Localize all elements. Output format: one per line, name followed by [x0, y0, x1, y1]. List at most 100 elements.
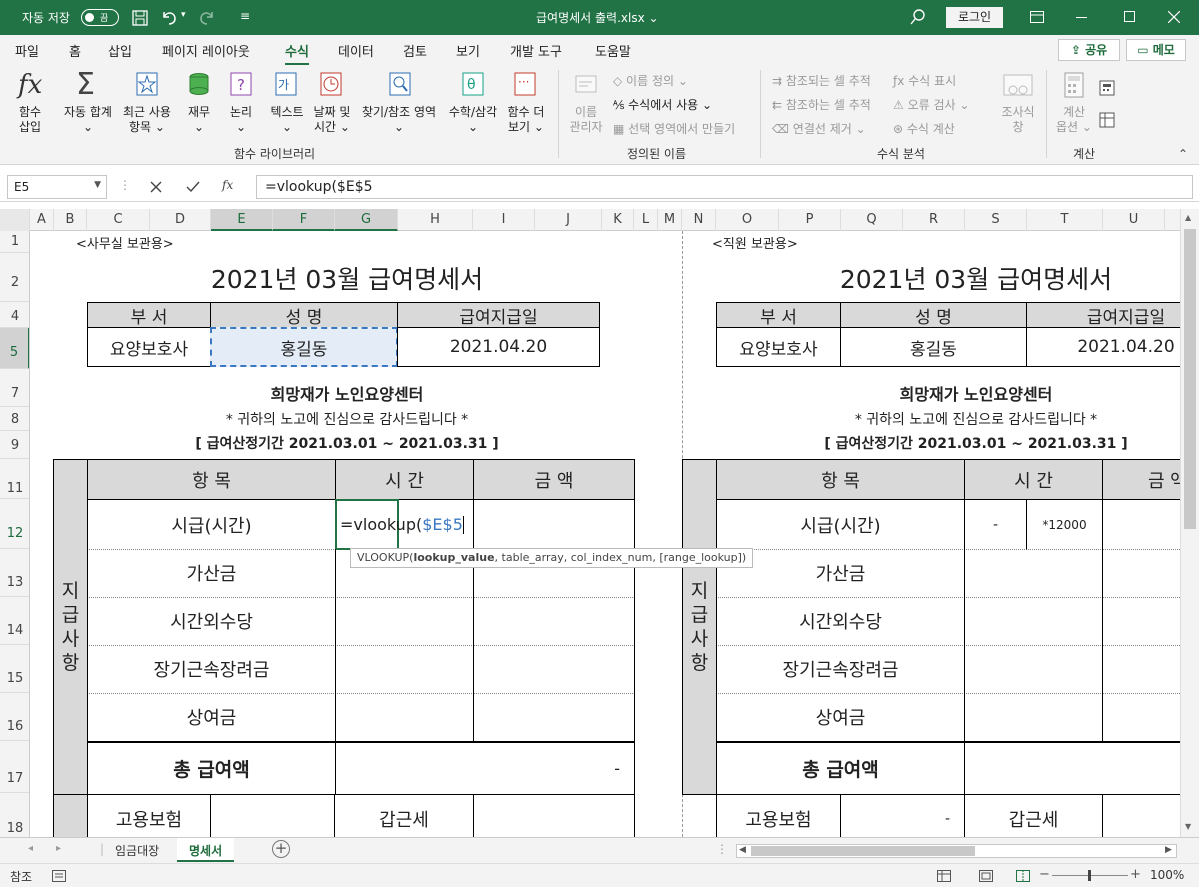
item-row[interactable]: 시급(시간)	[87, 499, 336, 550]
page-break-view-icon[interactable]	[1016, 870, 1030, 882]
watch-window-button[interactable]: 조사식 창	[996, 105, 1040, 135]
dept-value[interactable]: 요양보호사	[87, 327, 211, 367]
page-layout-view-icon[interactable]	[979, 870, 993, 882]
amount-cell[interactable]	[473, 693, 635, 742]
autosum-button[interactable]: 자동 합계 ⌄	[60, 105, 116, 135]
total-value[interactable]	[964, 741, 1180, 795]
zoom-slider-thumb[interactable]	[1088, 870, 1091, 881]
column-header[interactable]: L	[634, 209, 658, 231]
time-cell[interactable]	[335, 597, 474, 646]
undo-icon[interactable]	[160, 9, 178, 25]
time-cell[interactable]	[335, 645, 474, 694]
redo-icon[interactable]	[198, 9, 216, 25]
lookup-button[interactable]: 찾기/참조 영역 ⌄	[357, 105, 441, 135]
insert-function-button[interactable]: 함수 삽입	[10, 105, 50, 135]
tab-split-grip-icon[interactable]: ⋮	[716, 842, 728, 856]
tab-developer[interactable]: 개발 도구	[510, 41, 562, 60]
show-formulas-button[interactable]: ƒx 수식 표시	[893, 72, 956, 89]
comments-button[interactable]: ▭ 메모	[1126, 39, 1186, 61]
column-header[interactable]: J	[535, 209, 602, 231]
item-row[interactable]: 시간외수당	[716, 597, 965, 646]
evaluate-formula-button[interactable]: ⊛ 수식 계산	[893, 120, 955, 137]
tab-page-layout[interactable]: 페이지 레이아웃	[162, 41, 250, 60]
column-header[interactable]: P	[779, 209, 841, 231]
sheet-tab[interactable]: 임금대장	[103, 838, 171, 862]
select-all-corner[interactable]	[0, 209, 30, 231]
row-header[interactable]: 15	[0, 645, 29, 693]
scroll-up-icon[interactable]: ▲	[1185, 213, 1191, 222]
editing-cell[interactable]: =vlookup($E$5	[335, 499, 464, 550]
amount-cell[interactable]	[473, 597, 635, 646]
item-row[interactable]: 시간외수당	[87, 597, 336, 646]
collapse-ribbon-icon[interactable]: ⌃	[1178, 147, 1188, 161]
tax-value[interactable]	[473, 794, 635, 837]
tab-help[interactable]: 도움말	[595, 41, 631, 60]
text-button[interactable]: 텍스트 ⌄	[266, 105, 308, 135]
recent-button[interactable]: 최근 사용 항목 ⌄	[118, 105, 176, 135]
zoom-in-icon[interactable]: +	[1130, 867, 1141, 882]
save-icon[interactable]	[132, 10, 148, 26]
minimize-icon[interactable]	[1076, 17, 1087, 18]
insert-function-icon[interactable]: fx	[222, 178, 233, 192]
login-button[interactable]: 로그인	[946, 7, 1003, 28]
row-header[interactable]: 4	[0, 302, 29, 328]
row-header[interactable]: 14	[0, 597, 29, 645]
zoom-level[interactable]: 100%	[1150, 868, 1184, 882]
normal-view-icon[interactable]	[937, 870, 951, 882]
create-from-selection-button[interactable]: ▦ 선택 영역에서 만들기	[613, 120, 735, 137]
calc-now-icon[interactable]	[1099, 80, 1115, 96]
time-cell[interactable]	[964, 597, 1103, 646]
function-argument-tooltip[interactable]: VLOOKUP(lookup_value, table_array, col_i…	[350, 548, 754, 568]
column-header[interactable]: A	[30, 209, 54, 231]
column-header[interactable]: O	[716, 209, 779, 231]
column-header[interactable]: R	[903, 209, 965, 231]
row-header[interactable]: 16	[0, 693, 29, 741]
error-check-button[interactable]: ⚠ 오류 검사 ⌄	[893, 96, 969, 113]
column-header[interactable]: G	[335, 209, 398, 231]
dept-value[interactable]: 요양보호사	[716, 327, 841, 367]
horizontal-scrollbar[interactable]: ◀ ▶	[736, 844, 1177, 858]
datetime-button[interactable]: 날짜 및 시간 ⌄	[310, 105, 354, 135]
trace-dependents-button[interactable]: ⇇ 참조하는 셀 추적	[772, 96, 871, 113]
item-row[interactable]: 가산금	[87, 549, 336, 598]
item-row[interactable]: 상여금	[716, 693, 965, 742]
employee-name-cell[interactable]: 홍길동	[210, 327, 398, 367]
name-box-dropdown-icon[interactable]: ▼	[94, 180, 101, 190]
amount-cell[interactable]	[1102, 499, 1180, 550]
row-header[interactable]: 13	[0, 549, 29, 597]
finance-button[interactable]: 재무 ⌄	[182, 105, 216, 135]
ribbon-display-icon[interactable]	[1030, 11, 1044, 23]
item-row[interactable]: 상여금	[87, 693, 336, 742]
column-header[interactable]: U	[1103, 209, 1165, 231]
remove-arrows-button[interactable]: ⌫ 연결선 제거 ⌄	[772, 120, 866, 137]
amount-cell[interactable]	[473, 499, 635, 550]
column-header[interactable]: M	[658, 209, 682, 231]
search-icon[interactable]	[910, 9, 926, 25]
insurance-value[interactable]	[210, 794, 335, 837]
hours-value[interactable]: -	[964, 499, 1027, 550]
cancel-entry-icon[interactable]	[150, 181, 162, 193]
column-header[interactable]: F	[273, 209, 335, 231]
insurance-value[interactable]: -	[840, 794, 965, 837]
name-box[interactable]: E5 ▼	[7, 175, 107, 199]
scroll-left-icon[interactable]: ◀	[739, 845, 746, 855]
column-header[interactable]: H	[398, 209, 473, 231]
item-row[interactable]: 장기근속장려금	[716, 645, 965, 694]
row-header[interactable]: 5	[0, 328, 29, 369]
formula-input[interactable]: =vlookup($E$5	[256, 175, 1193, 199]
column-header[interactable]: C	[87, 209, 150, 231]
h-scroll-thumb[interactable]	[751, 846, 975, 856]
column-header[interactable]: T	[1027, 209, 1103, 231]
calc-options-button[interactable]: 계산 옵션 ⌄	[1054, 105, 1094, 135]
time-cell[interactable]	[964, 645, 1103, 694]
row-header[interactable]: 9	[0, 431, 29, 459]
row-header[interactable]: 2	[0, 253, 29, 302]
row-header[interactable]: 8	[0, 407, 29, 431]
amount-cell[interactable]	[1102, 597, 1180, 646]
row-header[interactable]: 7	[0, 369, 29, 407]
amount-cell[interactable]	[473, 645, 635, 694]
column-header[interactable]: S	[965, 209, 1027, 231]
hourly-rate[interactable]: *12000	[1026, 499, 1103, 550]
zoom-out-icon[interactable]: −	[1039, 867, 1050, 882]
row-header[interactable]: 1	[0, 231, 29, 253]
